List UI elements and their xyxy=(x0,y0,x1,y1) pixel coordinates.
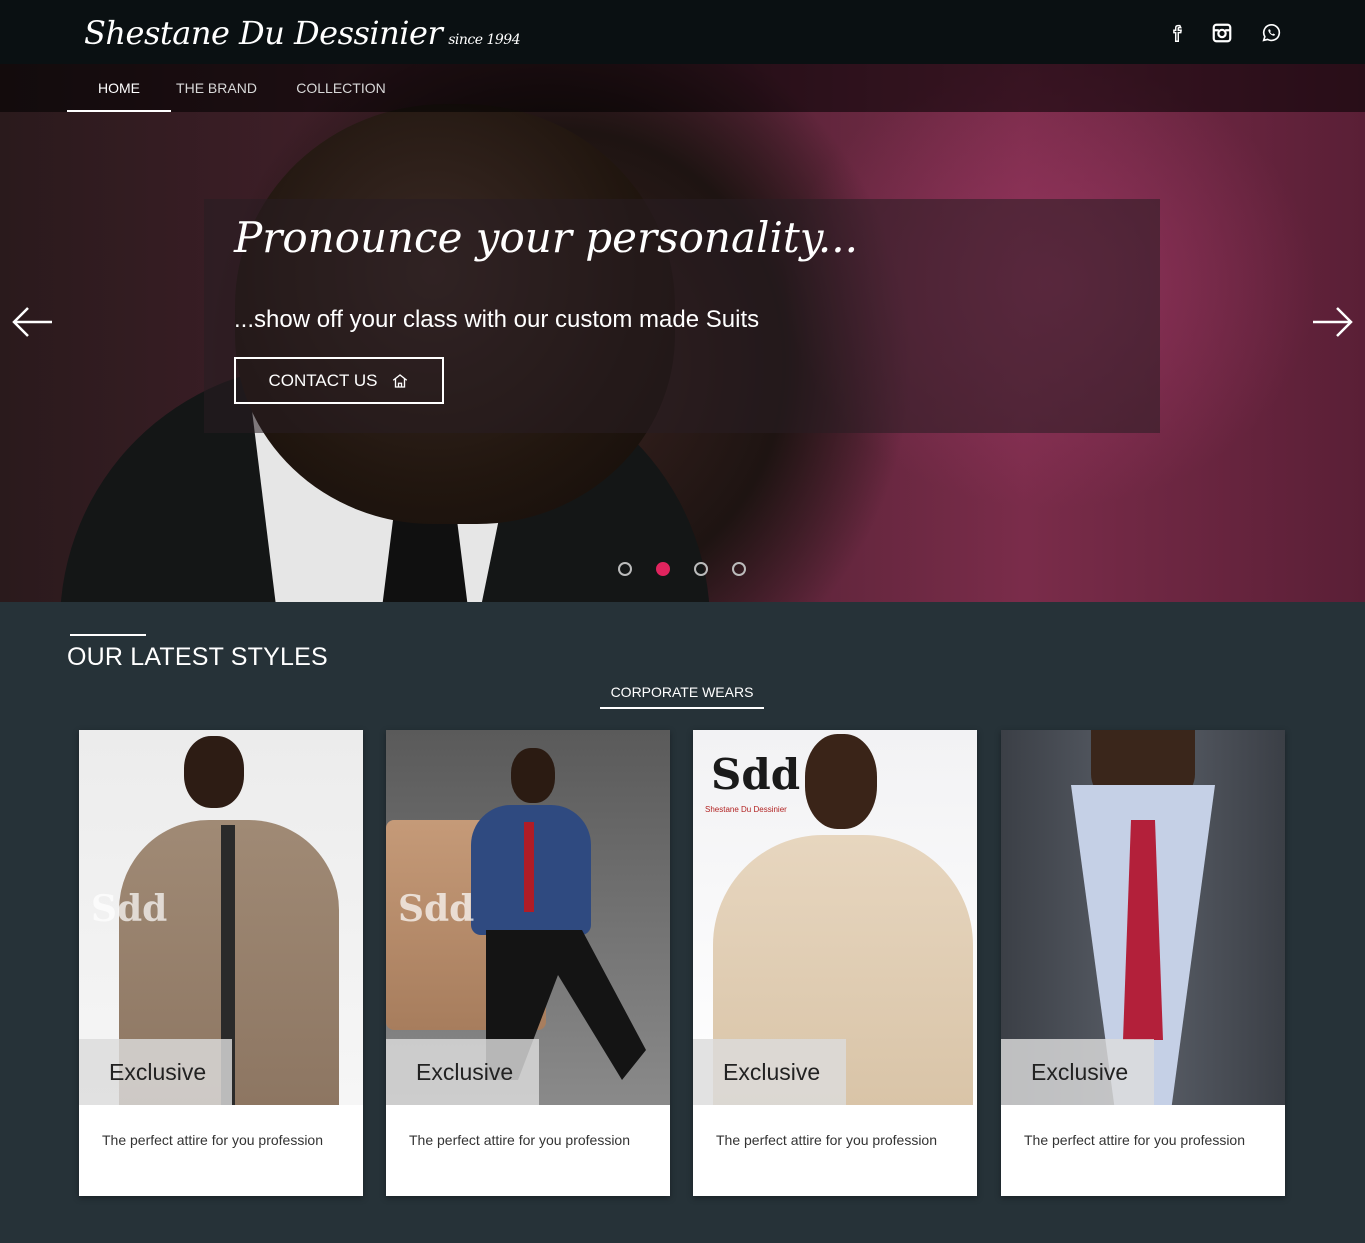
card-badge: Exclusive xyxy=(79,1039,232,1105)
whatsapp-icon[interactable] xyxy=(1256,18,1286,48)
tab-corporate-wears[interactable]: CORPORATE WEARS xyxy=(600,676,764,709)
style-card[interactable]: Sdd Exclusive The perfect attire for you… xyxy=(79,730,363,1196)
nav-item-home[interactable]: HOME xyxy=(67,64,171,112)
card-logo: Sdd xyxy=(711,750,801,799)
brand-since: since 1994 xyxy=(448,32,521,48)
card-description: The perfect attire for you profession xyxy=(409,1132,630,1148)
contact-us-label: CONTACT US xyxy=(268,370,378,390)
style-card[interactable]: Exclusive The perfect attire for you pro… xyxy=(1001,730,1285,1196)
home-icon xyxy=(393,373,408,388)
instagram-icon[interactable] xyxy=(1207,18,1237,48)
carousel-indicators xyxy=(0,562,1365,578)
nav-item-the-brand[interactable]: THE BRAND xyxy=(171,64,262,112)
style-card[interactable]: Sdd Shestane Du Dessinier Exclusive The … xyxy=(693,730,977,1196)
card-logo-name: Shestane Du Dessinier xyxy=(705,805,787,814)
card-description: The perfect attire for you profession xyxy=(102,1132,323,1148)
carousel-dot-1[interactable] xyxy=(618,562,632,576)
card-logo-watermark: Sdd xyxy=(91,888,168,930)
brand-name: Shestane Du Dessinier xyxy=(84,14,443,52)
carousel-dot-2[interactable] xyxy=(656,562,670,576)
carousel-dot-4[interactable] xyxy=(732,562,746,576)
nav-item-collection[interactable]: COLLECTION xyxy=(292,64,390,112)
top-bar: Shestane Du Dessinier since 1994 xyxy=(0,0,1365,64)
style-card[interactable]: Sdd Exclusive The perfect attire for you… xyxy=(386,730,670,1196)
hero-title: Pronounce your personality... xyxy=(234,213,858,262)
facebook-icon[interactable] xyxy=(1163,18,1193,48)
hero-caption: Pronounce your personality... ...show of… xyxy=(204,199,1160,433)
hero-subtitle: ...show off your class with our custom m… xyxy=(234,306,760,333)
card-description: The perfect attire for you profession xyxy=(716,1132,937,1148)
card-logo-watermark: Sdd xyxy=(398,888,475,930)
carousel-dot-3[interactable] xyxy=(694,562,708,576)
card-description: The perfect attire for you profession xyxy=(1024,1132,1245,1148)
section-title: OUR LATEST STYLES xyxy=(67,643,328,671)
card-badge: Exclusive xyxy=(386,1039,539,1105)
section-title-underline xyxy=(70,634,146,636)
hero-carousel: HOME THE BRAND COLLECTION Pronounce your… xyxy=(0,64,1365,602)
card-badge: Exclusive xyxy=(693,1039,846,1105)
main-nav: HOME THE BRAND COLLECTION xyxy=(0,64,1365,112)
contact-us-button[interactable]: CONTACT US xyxy=(234,357,444,404)
card-badge: Exclusive xyxy=(1001,1039,1154,1105)
carousel-next-arrow-icon[interactable] xyxy=(1310,304,1354,340)
carousel-prev-arrow-icon[interactable] xyxy=(11,304,55,340)
brand-logo[interactable]: Shestane Du Dessinier since 1994 xyxy=(84,14,521,52)
